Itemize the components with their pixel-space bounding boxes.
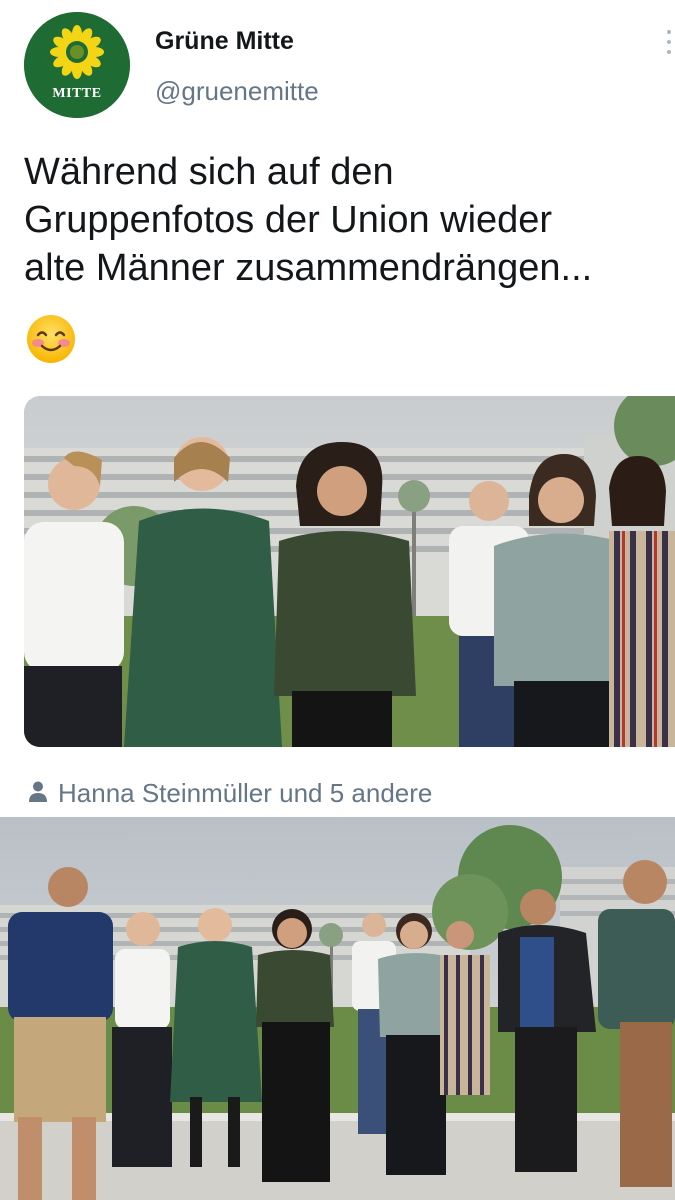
smiling-face-icon — [26, 314, 76, 364]
account-handle[interactable]: @gruenemitte — [155, 76, 319, 107]
avatar[interactable]: MITTE — [24, 12, 130, 118]
tweet-photo-second[interactable] — [0, 817, 675, 1200]
more-options-icon[interactable] — [664, 30, 674, 60]
photo-tag-label: Hanna Steinmüller und 5 andere — [58, 778, 433, 808]
person-icon — [29, 781, 47, 802]
sunflower-icon — [24, 12, 130, 118]
tweet-text: Während sich auf den Gruppenfotos der Un… — [24, 151, 593, 289]
tweet-header: MITTE Grüne Mitte @gruenemitte — [0, 0, 675, 130]
tweet-photo[interactable] — [24, 396, 675, 747]
display-name[interactable]: Grüne Mitte — [155, 27, 294, 56]
avatar-label: MITTE — [52, 86, 102, 101]
